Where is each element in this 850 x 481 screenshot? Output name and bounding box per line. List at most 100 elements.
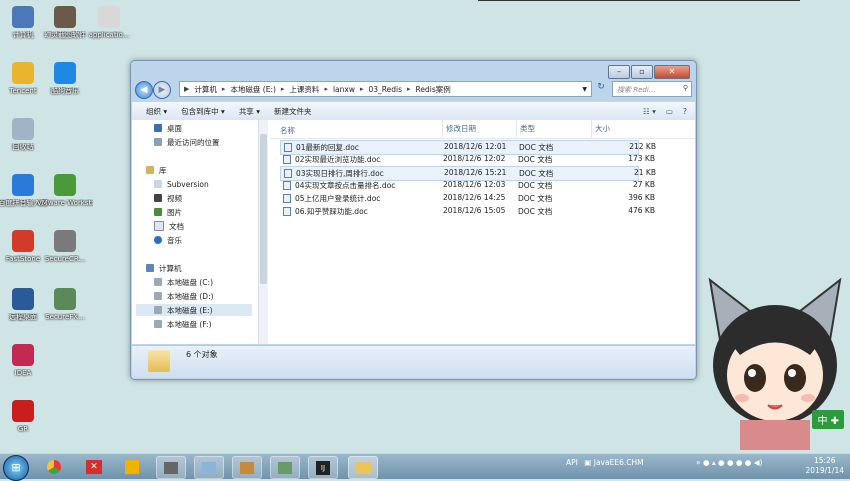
nav-computer[interactable]: 计算机 [146,262,182,274]
library-icon [146,166,154,174]
refresh-icon[interactable]: ↻ [594,82,608,96]
file-type: DOC 文档 [518,155,553,164]
file-name: 01最新的回复.doc [296,143,359,152]
col-type[interactable]: 类型 [516,120,535,138]
file-type: DOC 文档 [519,143,554,152]
taskbar-app-1[interactable] [156,456,186,479]
file-type: DOC 文档 [518,207,553,216]
nav-music[interactable]: 音乐 [154,234,182,246]
drive-icon [154,278,162,286]
desktop-icon-11[interactable]: SecureFX... [37,288,93,322]
desktop-icon-7[interactable]: VMware Workstati... [37,174,93,208]
desktop-divider-line [478,0,800,1]
details-pane: 6 个对象 [132,345,695,378]
breadcrumb-1[interactable]: 本地磁盘 (E:) [230,84,276,95]
securecrt-icon [54,230,76,252]
doc-file-icon [284,143,292,152]
scrollbar-thumb[interactable] [260,134,267,284]
nav-documents[interactable]: 文档 [154,220,184,232]
file-row[interactable]: 05上亿用户登录统计.doc 2018/12/6 14:25 DOC 文档 396 K… [280,192,655,205]
back-button[interactable]: ◀ [135,81,153,99]
nav-drive-f[interactable]: 本地磁盘 (F:) [154,318,212,330]
preview-pane-icon[interactable]: ▭ [666,107,673,116]
desktop-icon [154,124,162,132]
desktop-icon-4[interactable]: 酷狗音乐 [37,62,93,96]
nav-subversion[interactable]: Subversion [154,178,209,190]
breadcrumb-2[interactable]: 上课资料 [289,84,319,95]
desktop-icon-2[interactable]: applicatio... [81,6,137,40]
desktop-icon-label: VMware Workstati... [37,199,93,207]
col-name[interactable]: 名称 [280,125,295,136]
vmware-icon[interactable] [118,456,146,477]
col-date[interactable]: 修改日期 [442,120,476,138]
breadcrumb-4[interactable]: 03_Redis [368,85,402,94]
desktop-icon-13[interactable]: GR [0,400,51,434]
share-button[interactable]: 共享 ▾ [239,106,260,117]
doc-file-icon [283,207,291,216]
address-bar[interactable]: ▶ 计算机 ▸ 本地磁盘 (E:) ▸ 上课资料 ▸ lanxw ▸ 03_Redis ▸… [179,81,592,97]
help-icon[interactable]: ? [683,107,687,116]
securefx-icon[interactable] [270,456,300,479]
close-button[interactable]: ✕ [654,65,690,79]
nav-drive-e[interactable]: 本地磁盘 (E:) [136,304,252,316]
clock-date: 2019/1/14 [805,466,844,475]
nav-library[interactable]: 库 [146,164,167,176]
organize-button[interactable]: 组织 ▾ [146,106,167,117]
maximize-button[interactable]: ▫ [631,65,653,79]
clock[interactable]: 15:26 2019/1/14 [806,456,844,476]
nav-drive-d[interactable]: 本地磁盘 (D:) [154,290,214,302]
file-name: 02实现最近浏览功能.doc [295,155,381,164]
file-name: 04实现文章按点击量排名.doc [295,181,396,190]
column-header: 名称 修改日期 类型 大小 [270,120,695,139]
file-row[interactable]: 04实现文章按点击量排名.doc 2018/12/6 12:03 DOC 文档 27 … [280,179,655,192]
faststone-icon [12,230,34,252]
help-file-icon[interactable]: ▣ [584,458,591,467]
file-date: 2018/12/6 15:05 [443,206,506,215]
nav-desktop[interactable]: 桌面 [154,122,182,134]
forward-button[interactable]: ▶ [153,81,171,99]
paint-icon[interactable] [194,456,224,479]
drive-icon [154,306,162,314]
doc-file-icon [283,194,291,203]
start-button[interactable]: ⊞ [3,455,29,481]
command-bar: 组织 ▾ 包含到库中 ▾ 共享 ▾ 新建文件夹 ☷ ▾ ▭ ? [132,101,695,121]
tray-icons[interactable]: » ● ▴ ● ● ● ● ◀) [696,458,762,467]
breadcrumb-0[interactable]: 计算机 [194,84,217,95]
picture-icon [154,208,162,216]
col-size[interactable]: 大小 [591,120,610,138]
nav-recent[interactable]: 最近访问的位置 [154,136,220,148]
desktop-icon-9[interactable]: SecureCR... [37,230,93,264]
desktop-icon-label: GR [17,425,29,433]
search-input[interactable]: 搜索 Redi... ⚲ [612,81,692,97]
breadcrumb-5[interactable]: Redis案例 [416,84,451,95]
file-size: 476 KB [628,206,655,215]
chrome-icon[interactable] [40,456,68,477]
language-badge[interactable]: 中 ✚ [812,410,844,429]
xmind-icon[interactable]: ✕ [80,456,108,477]
chevron-down-icon[interactable]: ▼ [582,86,587,93]
nav-pictures[interactable]: 图片 [154,206,182,218]
idea-icon[interactable]: IJ [308,456,338,479]
include-in-library-button[interactable]: 包含到库中 ▾ [181,106,225,117]
file-row[interactable]: 02实现最近浏览功能.doc 2018/12/6 12:02 DOC 文档 173 K… [280,153,655,166]
minimize-button[interactable]: – [608,65,630,79]
nav-videos[interactable]: 视频 [154,192,182,204]
file-date: 2018/12/6 14:25 [443,193,506,202]
desktop-icon-label: applicatio... [88,31,130,39]
file-size: 27 KB [633,180,655,189]
nav-drive-c[interactable]: 本地磁盘 (C:) [154,276,213,288]
nav-scrollbar[interactable] [259,120,268,344]
computer-icon [12,6,34,28]
view-options-icon[interactable]: ☷ ▾ [643,107,656,116]
video-icon [154,194,162,202]
explorer-taskbar-icon[interactable] [348,456,378,479]
file-name: 05上亿用户登录统计.doc [295,194,381,203]
file-row[interactable]: 06.知乎赞踩功能.doc 2018/12/6 15:05 DOC 文档 476 KB [280,205,655,218]
file-list: 名称 修改日期 类型 大小 01最新的回复.doc 2018/12/6 12:01… [270,120,695,344]
breadcrumb-3[interactable]: lanxw [333,85,355,94]
tools-icon[interactable] [232,456,262,479]
new-folder-button[interactable]: 新建文件夹 [274,106,312,117]
desktop-icon-5[interactable]: 回收站 [0,118,51,152]
desktop-icon-12[interactable]: IDEA [0,344,51,378]
task-javaee6[interactable]: JavaEE6.CHM [594,458,644,467]
